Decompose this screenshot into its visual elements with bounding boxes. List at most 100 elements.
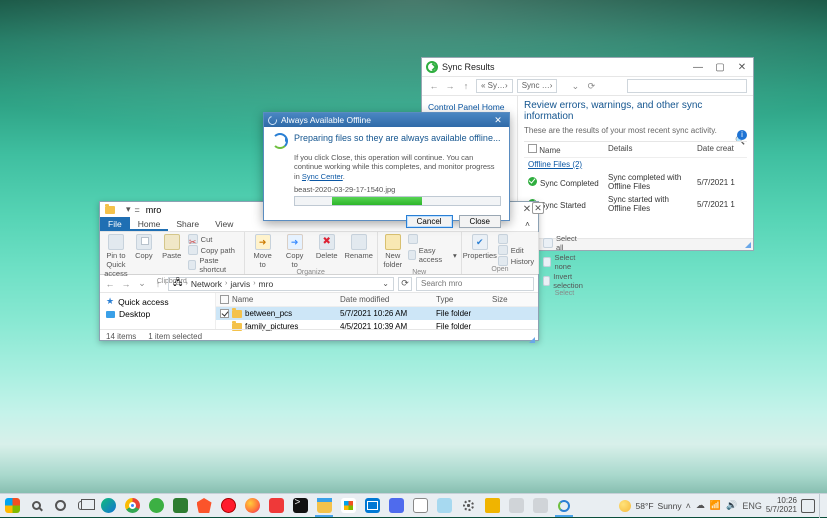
sync-forward-button[interactable]: → — [444, 80, 456, 92]
taskbar-clock[interactable]: 10:26 5/7/2021 — [766, 497, 797, 514]
sync-breadcrumb-dropdown[interactable]: ⌄ — [569, 80, 581, 92]
taskbar-app-settings[interactable] — [456, 494, 480, 518]
show-desktop-button[interactable] — [819, 494, 823, 518]
sync-close-button[interactable]: ✕ — [731, 60, 753, 74]
taskbar-app-brave[interactable] — [192, 494, 216, 518]
sync-maximize-button[interactable]: ▢ — [709, 60, 731, 74]
header-checkbox[interactable] — [220, 295, 229, 304]
ribbon-tab-home[interactable]: Home — [130, 217, 169, 231]
explorer-search-input[interactable] — [416, 277, 534, 291]
explorer-recent-button[interactable]: ⌄ — [136, 278, 148, 290]
taskbar-app-opera[interactable] — [216, 494, 240, 518]
sync-row[interactable]: Sync Started Sync started with Offline F… — [524, 193, 747, 215]
taskbar-app-chrome[interactable] — [120, 494, 144, 518]
ribbon-tab-view[interactable]: View — [207, 217, 241, 231]
sync-header-checkbox[interactable] — [528, 144, 537, 153]
control-panel-home-link[interactable]: Control Panel Home — [428, 102, 511, 112]
taskbar-app-mail[interactable] — [360, 494, 384, 518]
properties-button[interactable]: Properties — [466, 234, 494, 260]
easy-access-button[interactable]: Easy access ▾ — [408, 246, 457, 264]
copy-path-button[interactable]: Copy path — [188, 245, 240, 255]
taskbar-app-calc[interactable] — [408, 494, 432, 518]
paste-button[interactable]: Paste — [160, 234, 184, 260]
delete-button[interactable]: Delete — [313, 234, 341, 260]
cortana-button[interactable] — [48, 494, 72, 518]
close-button[interactable]: Close — [459, 215, 501, 228]
ribbon-tab-share[interactable]: Share — [168, 217, 207, 231]
taskbar-app-misc1[interactable] — [504, 494, 528, 518]
start-button[interactable] — [0, 494, 24, 518]
nav-quick-access[interactable]: ★Quick access — [100, 295, 215, 308]
taskbar-app-firefox[interactable] — [240, 494, 264, 518]
select-all-button[interactable]: Select all — [543, 234, 586, 252]
list-header[interactable]: Name Date modified Type Size — [216, 293, 538, 307]
tray-onedrive-icon[interactable]: ☁ — [696, 500, 705, 511]
sync-search-input[interactable] — [627, 79, 747, 93]
nav-desktop[interactable]: Desktop — [100, 308, 215, 320]
task-view-button[interactable] — [72, 494, 96, 518]
action-center-button[interactable] — [801, 499, 815, 513]
tray-language[interactable]: ENG — [742, 501, 762, 511]
taskbar-app-green2[interactable] — [168, 494, 192, 518]
new-folder-button[interactable]: New folder — [382, 234, 404, 269]
taskbar-app-sync-center[interactable] — [552, 494, 576, 518]
list-item[interactable]: between_pcs 5/7/2021 10:26 AM File folde… — [216, 307, 538, 320]
move-to-button[interactable]: Move to — [249, 234, 277, 269]
taskbar-app-terminal[interactable] — [288, 494, 312, 518]
explorer-back-button[interactable]: ← — [104, 278, 116, 290]
paste-shortcut-button[interactable]: Paste shortcut — [188, 256, 240, 274]
explorer-up-button[interactable]: ↑ — [152, 278, 164, 290]
row-checkbox[interactable] — [220, 309, 229, 318]
taskbar-app-store[interactable] — [336, 494, 360, 518]
ribbon-collapse-button[interactable]: ˄ — [517, 217, 538, 231]
sync-titlebar[interactable]: Sync Results — ▢ ✕ — [422, 58, 753, 76]
cut-button[interactable]: Cut — [188, 234, 240, 244]
dialog-close-button[interactable]: ✕ — [491, 114, 505, 126]
sync-minimize-button[interactable]: — — [687, 60, 709, 74]
explorer-forward-button[interactable]: → — [120, 278, 132, 290]
open-button[interactable] — [498, 234, 534, 244]
explorer-refresh-button[interactable]: ⟳ — [398, 277, 412, 291]
easy-access-icon — [408, 250, 416, 260]
sync-back-button[interactable]: ← — [428, 80, 440, 92]
resize-grip-icon[interactable] — [529, 337, 535, 343]
explorer-detached-close[interactable]: ✕ — [532, 202, 544, 214]
sync-breadcrumb-seg2[interactable]: Sync … › — [517, 79, 558, 93]
history-button[interactable]: History — [498, 256, 534, 266]
sync-breadcrumb-seg1[interactable]: « Sy… › — [476, 79, 513, 93]
taskbar-search-button[interactable] — [24, 494, 48, 518]
taskbar-app-green[interactable] — [144, 494, 168, 518]
copy-button[interactable]: Copy — [132, 234, 156, 260]
sync-group-offline-files[interactable]: Offline Files (2) — [524, 158, 747, 171]
taskbar-app-notepad[interactable] — [432, 494, 456, 518]
tray-network-icon[interactable]: 📶 — [710, 500, 721, 511]
cancel-button[interactable]: Cancel — [406, 215, 453, 228]
edit-button[interactable]: Edit — [498, 245, 534, 255]
invert-selection-button[interactable]: Invert selection — [543, 272, 586, 290]
taskbar-app-vivaldi[interactable] — [264, 494, 288, 518]
pin-quick-access-button[interactable]: Pin to Quick access — [104, 234, 128, 278]
taskbar-weather[interactable]: 58°F Sunny — [619, 500, 681, 512]
sync-center-link[interactable]: Sync Center — [302, 172, 343, 181]
taskbar-app-misc2[interactable] — [528, 494, 552, 518]
breadcrumb-dropdown[interactable]: ⌄ — [382, 279, 389, 288]
explorer-breadcrumb[interactable]: 🖧 › Network› jarvis› mro ⌄ — [168, 277, 394, 291]
sync-row[interactable]: Sync Completed Sync completed with Offli… — [524, 171, 747, 193]
sync-refresh-button[interactable]: ⟳ — [585, 80, 597, 92]
brave-icon — [197, 498, 212, 513]
select-none-button[interactable]: Select none — [543, 253, 586, 271]
taskbar-app-todo[interactable] — [384, 494, 408, 518]
sync-table-header[interactable]: Name Details Date creat — [524, 142, 747, 158]
copy-to-button[interactable]: Copy to — [281, 234, 309, 269]
taskbar-app-edge[interactable] — [96, 494, 120, 518]
sync-up-button[interactable]: ↑ — [460, 80, 472, 92]
taskbar-app-explorer[interactable] — [312, 494, 336, 518]
tray-overflow-button[interactable]: ˄ — [686, 501, 691, 511]
new-item-button[interactable] — [408, 234, 457, 244]
tray-volume-icon[interactable]: 🔊 — [726, 500, 737, 511]
dialog-titlebar[interactable]: Always Available Offline ✕ — [264, 113, 509, 127]
taskbar-app-lock[interactable] — [480, 494, 504, 518]
info-icon[interactable]: i — [737, 130, 747, 140]
ribbon-tab-file[interactable]: File — [100, 217, 130, 231]
rename-button[interactable]: Rename — [345, 234, 373, 260]
